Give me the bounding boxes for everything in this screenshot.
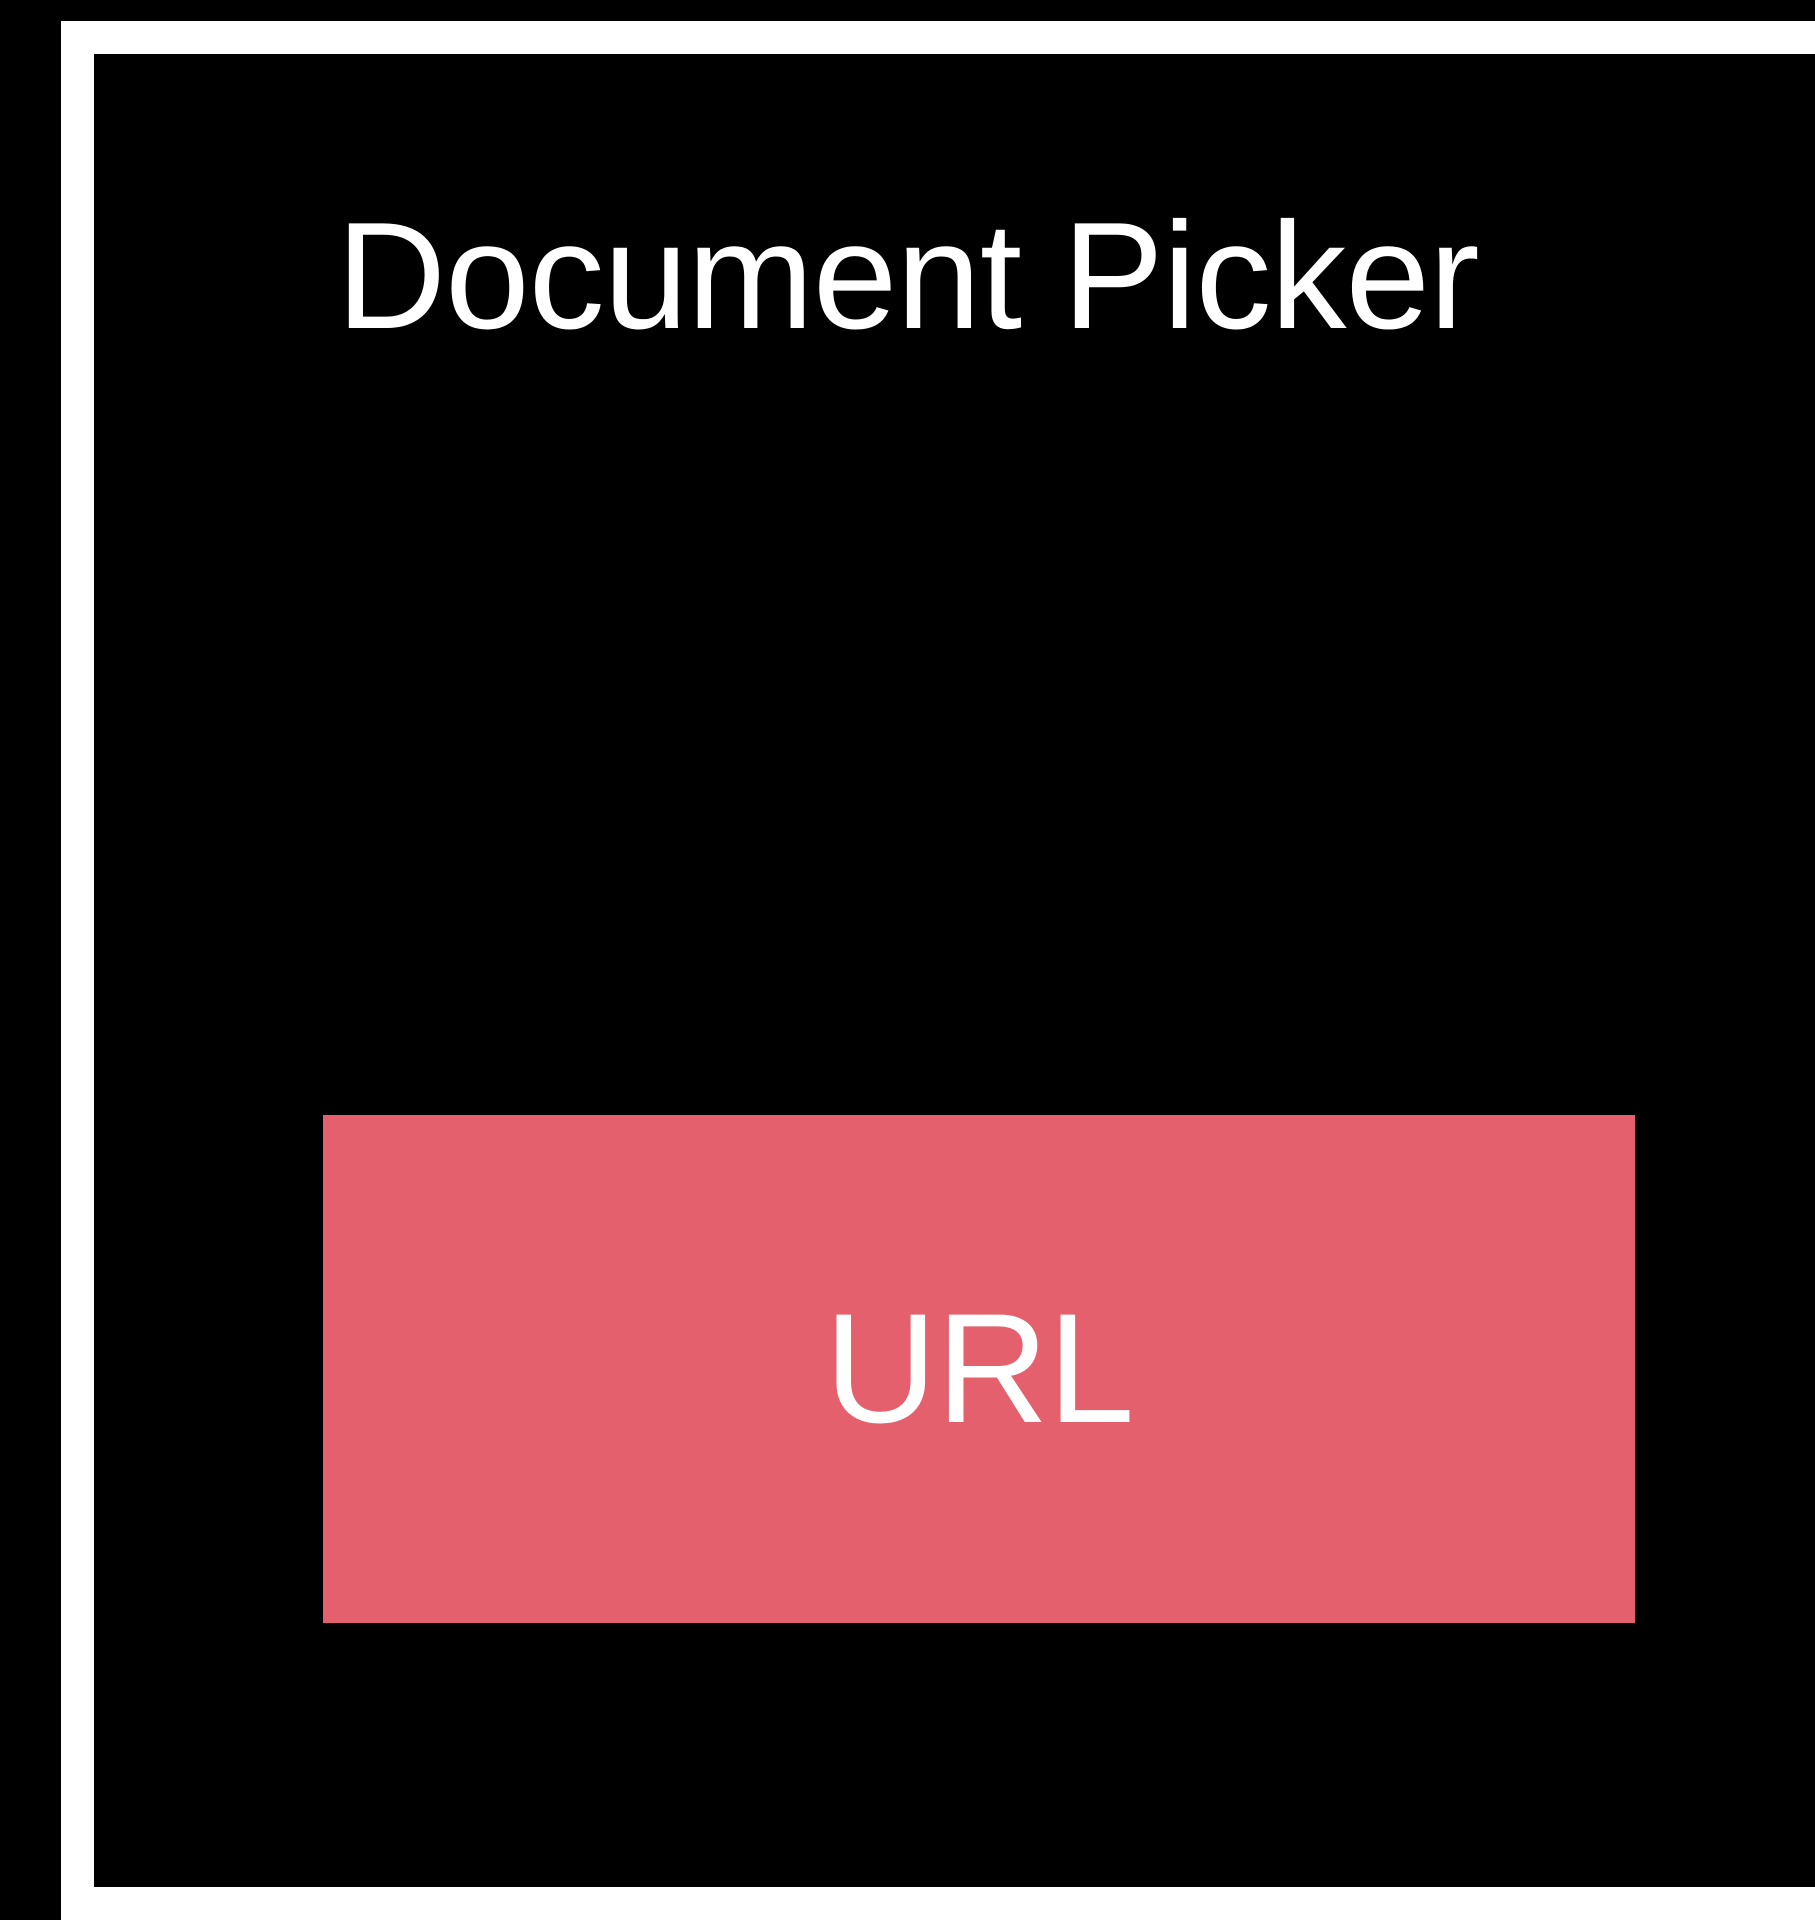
document-picker-title: Document Picker <box>336 191 1479 361</box>
url-box: URL <box>323 1115 1635 1623</box>
url-label: URL <box>824 1282 1134 1456</box>
